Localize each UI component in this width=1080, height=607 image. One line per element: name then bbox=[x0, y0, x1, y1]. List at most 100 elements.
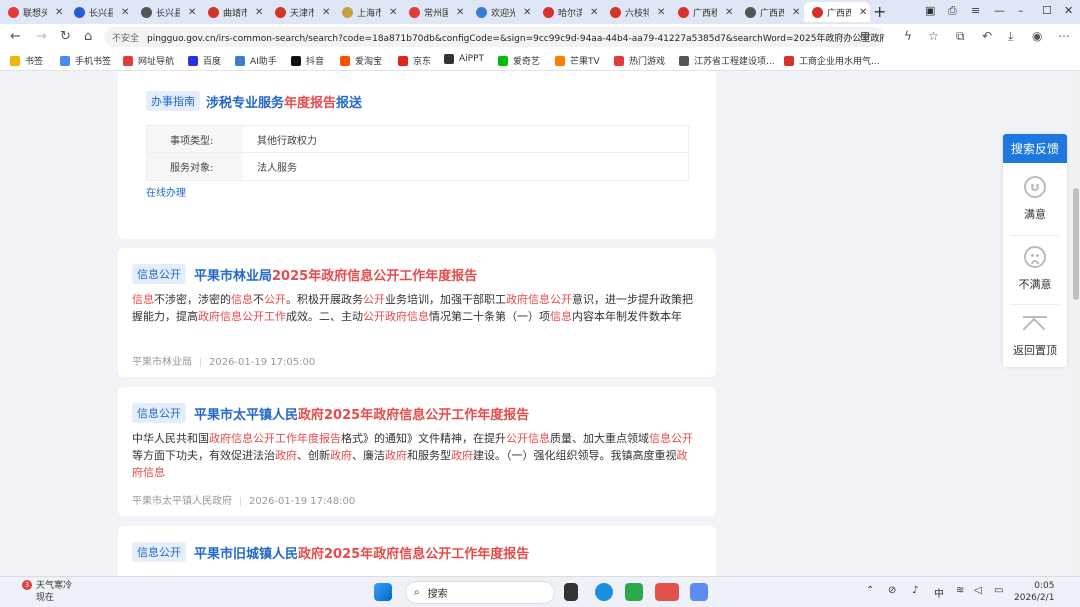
tab-8[interactable]: 哈尔滨 ✕ bbox=[535, 2, 601, 22]
bookmark-item[interactable]: 京东 bbox=[398, 54, 431, 67]
tab-1[interactable]: 长兴县 ✕ bbox=[66, 2, 132, 22]
bookmark-label: 江苏省工程建设项... bbox=[694, 57, 775, 67]
close-tab-icon[interactable]: ✕ bbox=[657, 7, 665, 18]
snippet-text: 政府 bbox=[330, 449, 352, 462]
unsatisfied-button[interactable]: 不满意 bbox=[1003, 246, 1067, 292]
download-icon[interactable]: ⤓ bbox=[1008, 29, 1013, 44]
tab-6[interactable]: 常州国 ✕ bbox=[401, 2, 467, 22]
close-tab-icon[interactable]: ✕ bbox=[389, 7, 397, 18]
bookmark-item[interactable]: 热门游戏 bbox=[614, 54, 665, 67]
url-field[interactable]: 不安全 pingguo.gov.cn/irs-common-search/sea… bbox=[104, 27, 884, 47]
bookmark-item[interactable]: 书签 bbox=[10, 54, 43, 67]
close-tab-icon[interactable]: ✕ bbox=[55, 7, 63, 18]
close-tab-icon[interactable]: ✕ bbox=[322, 7, 330, 18]
satisfied-button[interactable]: 满意 bbox=[1003, 176, 1067, 222]
back-icon[interactable]: ← bbox=[10, 29, 21, 44]
scrollbar-thumb[interactable] bbox=[1073, 188, 1079, 300]
wifi-icon[interactable]: ≋ bbox=[956, 585, 964, 596]
close-tab-icon[interactable]: ✕ bbox=[523, 7, 531, 18]
new-tab-button[interactable]: + bbox=[873, 2, 886, 21]
close-tab-icon[interactable]: ✕ bbox=[859, 7, 867, 18]
print-icon[interactable]: ⎙ bbox=[948, 4, 957, 18]
close-tab-icon[interactable]: ✕ bbox=[792, 7, 800, 18]
close-tab-icon[interactable]: ✕ bbox=[255, 7, 263, 18]
tab-7[interactable]: 欢迎光 ✕ bbox=[468, 2, 534, 22]
bookmark-item[interactable]: 江苏省工程建设项... bbox=[679, 54, 775, 67]
battery-icon[interactable]: ▭ bbox=[994, 585, 1003, 596]
reload-icon[interactable]: ↻ bbox=[60, 29, 71, 44]
tab-5[interactable]: 上海市 ✕ bbox=[334, 2, 400, 22]
result-title[interactable]: 平果市林业局2025年政府信息公开工作年度报告 bbox=[194, 265, 477, 284]
bookmark-item[interactable]: 芒果TV bbox=[555, 54, 600, 67]
bookmark-icon bbox=[291, 55, 301, 66]
taskbar: 3 天气寒冷 现在 ⌕ 搜索 ⌃ ⊘ ♪ 中 ≋ ◁ ▭ 0:05 2026/2… bbox=[0, 576, 1080, 607]
bookmark-item[interactable]: AiPPT bbox=[444, 54, 484, 64]
tab-10[interactable]: 广西移 ✕ bbox=[670, 2, 736, 22]
app-icon[interactable] bbox=[625, 583, 643, 601]
profile-icon[interactable]: ◉ bbox=[1032, 29, 1042, 43]
volume-icon[interactable]: ◁ bbox=[974, 585, 982, 596]
bookmark-item[interactable]: 抖音 bbox=[291, 54, 324, 67]
result-source: 平果市太平镇人民政府 bbox=[132, 496, 232, 507]
more-icon[interactable]: ⋯ bbox=[1058, 29, 1070, 43]
minimize-button-2[interactable]: – bbox=[1018, 4, 1024, 17]
feedback-title[interactable]: 搜索反馈 bbox=[1003, 134, 1067, 163]
tab-11[interactable]: 广西西 ✕ bbox=[737, 2, 803, 22]
tab-4[interactable]: 天津市 ✕ bbox=[267, 2, 333, 22]
tab-label: 广西移 bbox=[693, 8, 717, 19]
tab-label: 曲靖市 bbox=[223, 8, 247, 19]
bookmark-item[interactable]: 百度 bbox=[188, 54, 221, 67]
translate-icon[interactable]: ⊞ bbox=[860, 29, 870, 43]
result-source: 平果市林业局 bbox=[132, 357, 192, 368]
close-tab-icon[interactable]: ✕ bbox=[188, 7, 196, 18]
edge-icon[interactable] bbox=[595, 583, 613, 601]
result-title[interactable]: 涉税专业服务年度报告报送 bbox=[206, 92, 362, 111]
bookmark-item[interactable]: 爱奇艺 bbox=[498, 54, 540, 67]
scrollbar[interactable] bbox=[1072, 71, 1080, 576]
home-icon[interactable]: ⌂ bbox=[84, 29, 92, 44]
close-tab-icon[interactable]: ✕ bbox=[121, 7, 129, 18]
maximize-button[interactable]: ☐ bbox=[1042, 4, 1052, 17]
bookmark-item[interactable]: 网址导航 bbox=[123, 54, 174, 67]
result-title[interactable]: 平果市太平镇人民政府2025年政府信息公开工作年度报告 bbox=[194, 404, 529, 423]
app-icon-2[interactable] bbox=[690, 583, 708, 601]
taskbar-search[interactable]: ⌕ 搜索 bbox=[405, 581, 555, 604]
bookmark-label: AiPPT bbox=[459, 54, 485, 64]
bookmark-item[interactable]: 工商企业用水用气... bbox=[784, 54, 880, 67]
snippet-text: 建设。（一）强化组织领导。我镇高度重视 bbox=[473, 449, 677, 462]
bookmark-item[interactable]: AI助手 bbox=[235, 54, 277, 67]
tab-3[interactable]: 曲靖市 ✕ bbox=[200, 2, 266, 22]
wechat-icon[interactable] bbox=[655, 583, 679, 601]
tab-0[interactable]: 联想头 ✕ bbox=[0, 2, 66, 22]
tab-12[interactable]: 广西西 ✕ bbox=[804, 2, 870, 22]
bookmark-label: 百度 bbox=[203, 57, 222, 67]
star-icon[interactable]: ☆ bbox=[928, 29, 939, 43]
undo-icon[interactable]: ↶ bbox=[982, 29, 992, 43]
lightning-icon[interactable]: ϟ bbox=[904, 29, 912, 43]
clock[interactable]: 0:05 2026/2/1 bbox=[1014, 580, 1054, 604]
weather-widget[interactable]: 3 天气寒冷 现在 bbox=[10, 580, 72, 604]
close-tab-icon[interactable]: ✕ bbox=[590, 7, 598, 18]
workspace-icon[interactable]: ▣ bbox=[925, 4, 935, 17]
mic-icon[interactable]: ♪ bbox=[912, 585, 918, 596]
back-to-top-button[interactable]: 返回置顶 bbox=[1003, 316, 1067, 358]
menu-icon[interactable]: ≡ bbox=[971, 4, 980, 17]
online-handle-link[interactable]: 在线办理 bbox=[146, 184, 186, 199]
tab-9[interactable]: 六枝特 ✕ bbox=[602, 2, 668, 22]
bookmark-item[interactable]: 手机书签 bbox=[60, 54, 111, 67]
task-view-icon[interactable] bbox=[564, 583, 578, 601]
close-tab-icon[interactable]: ✕ bbox=[456, 7, 464, 18]
extensions-icon[interactable]: ⧉ bbox=[956, 29, 965, 44]
minimize-button[interactable]: — bbox=[994, 4, 1005, 17]
close-tab-icon[interactable]: ✕ bbox=[725, 7, 733, 18]
snippet-text: 等方面下功夫，有效促进法治 bbox=[132, 449, 275, 462]
windows-start-icon[interactable] bbox=[374, 583, 392, 601]
ime-indicator[interactable]: 中 bbox=[934, 585, 944, 600]
chevron-up-icon[interactable]: ⌃ bbox=[866, 585, 874, 596]
network-icon[interactable]: ⊘ bbox=[888, 585, 896, 596]
tab-2[interactable]: 长兴县 ✕ bbox=[133, 2, 199, 22]
close-window-button[interactable]: ✕ bbox=[1064, 4, 1073, 17]
bookmark-item[interactable]: 爱淘宝 bbox=[340, 54, 382, 67]
forward-icon[interactable]: → bbox=[36, 29, 47, 44]
result-title[interactable]: 平果市旧城镇人民政府2025年政府信息公开工作年度报告 bbox=[194, 543, 529, 562]
